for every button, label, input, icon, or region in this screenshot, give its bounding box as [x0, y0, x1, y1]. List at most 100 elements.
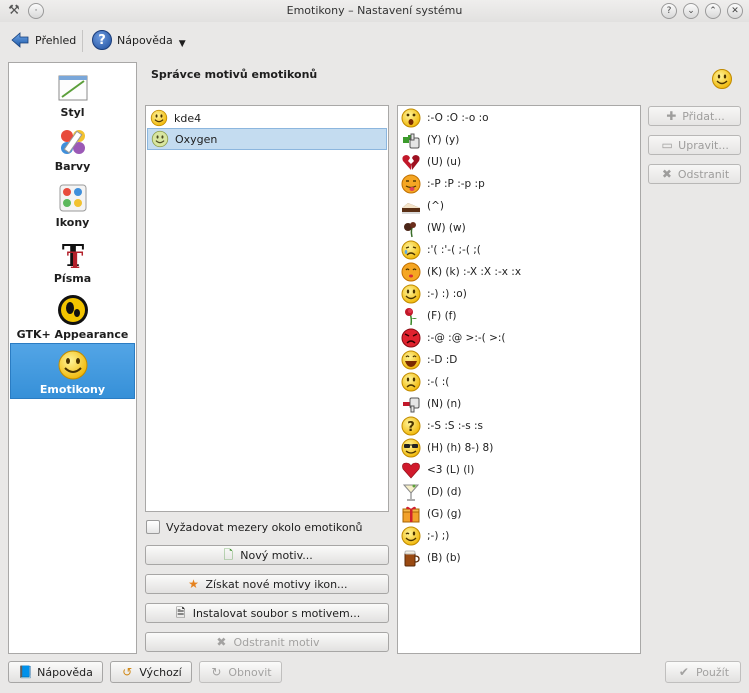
help-book-icon: 📘 — [18, 665, 34, 679]
require-spaces-label: Vyžadovat mezery okolo emotikonů — [166, 520, 363, 534]
emoticon-row[interactable]: (B) (b) — [400, 547, 461, 569]
overview-label: Přehled — [35, 33, 77, 47]
emoticon-list[interactable]: :-O :O :-o :o (Y) (y) (U) (u) :-P :P :-p… — [397, 105, 641, 654]
heart-icon — [402, 462, 420, 479]
edit-emoticon-button[interactable]: ▭ Upravit... — [648, 135, 741, 155]
emoticon-row[interactable]: :-) :) :o) — [400, 283, 467, 305]
emoticon-row[interactable]: (K) (k) :-X :X :-x :x — [400, 261, 521, 283]
emoticons-icon — [58, 350, 87, 380]
emoticon-text: :-( :( — [427, 376, 450, 388]
sidebar-item-emoticons[interactable]: Emotikony — [10, 343, 135, 399]
new-theme-label: Nový motiv... — [240, 548, 313, 562]
sidebar-item-label: Styl — [60, 106, 85, 119]
emoticon-row[interactable]: :-@ :@ >:-( >:( — [400, 327, 506, 349]
emoticon-row[interactable]: :-( :( — [400, 371, 449, 393]
help-button[interactable]: 📘 Nápověda — [8, 661, 103, 683]
help-menu-label: Nápověda — [117, 33, 173, 47]
cool-icon — [401, 438, 421, 458]
get-new-themes-button[interactable]: ★ Získat nové motivy ikon... — [145, 574, 389, 594]
help-window-button[interactable]: ? — [661, 3, 677, 19]
emoticon-text: (Y) (y) — [427, 134, 460, 146]
tongue-icon — [401, 174, 421, 194]
sidebar-item-gtk[interactable]: GTK+ Appearance — [10, 289, 135, 345]
crying-icon — [401, 240, 421, 260]
laugh-icon — [401, 350, 421, 370]
theme-label: kde4 — [174, 111, 202, 125]
emoticon-text: (K) (k) :-X :X :-x :x — [427, 266, 522, 278]
emoticon-row[interactable]: :-D :D — [400, 349, 457, 371]
help-menu-button[interactable]: ? Nápověda ▼ — [88, 27, 190, 53]
emoticon-row[interactable]: (N) (n) — [400, 393, 461, 415]
emoticon-row[interactable]: :'( :'-( ;-( ;( — [400, 239, 481, 261]
emoticon-text: ;-) ;) — [427, 530, 450, 542]
reset-button[interactable]: ↻ Obnovit — [199, 661, 282, 683]
help-icon: ? — [92, 30, 112, 50]
reset-button-label: Obnovit — [228, 665, 272, 679]
svg-text:T: T — [66, 248, 83, 271]
emoticon-row[interactable]: (F) (f) — [400, 305, 456, 327]
close-button[interactable]: ✕ — [727, 3, 743, 19]
emoticon-text: (W) (w) — [427, 222, 466, 234]
new-theme-button[interactable]: 🗋 Nový motiv... — [145, 545, 389, 565]
remove-theme-button[interactable]: ✖ Odstranit motiv — [145, 632, 389, 652]
wilted-rose-icon — [404, 222, 416, 238]
svg-text:?: ? — [407, 420, 415, 435]
remove-label: Odstranit — [677, 167, 730, 181]
angry-icon — [401, 328, 421, 348]
title-bar: ⚒ · Emotikony – Nastavení systému ? ⌄ ⌃ … — [0, 0, 749, 22]
maximize-button[interactable]: ⌃ — [705, 3, 721, 19]
emoticon-row[interactable]: :-P :P :-p :p — [400, 173, 485, 195]
emoticon-row[interactable]: (U) (u) — [400, 151, 461, 173]
theme-list[interactable]: kde4 Oxygen — [145, 105, 389, 512]
require-spaces-checkbox[interactable] — [146, 520, 160, 534]
category-sidebar: Styl Barvy Ikony T T Písma GTK+ Appearan… — [8, 62, 137, 654]
theme-item-kde4[interactable]: kde4 — [147, 107, 387, 129]
overview-button[interactable]: Přehled — [6, 27, 80, 53]
get-new-label: Získat nové motivy ikon... — [205, 577, 348, 591]
sidebar-item-style[interactable]: Styl — [10, 67, 135, 123]
emoticon-row[interactable]: (G) (g) — [400, 503, 462, 525]
smile-icon — [401, 284, 421, 304]
emoticon-row[interactable]: <3 (L) (l) — [400, 459, 474, 481]
apply-button[interactable]: ✔ Použít — [665, 661, 741, 683]
add-emoticon-button[interactable]: ✚ Přidat... — [648, 106, 741, 126]
emoticon-text: (H) (h) 8-) 8) — [427, 442, 494, 454]
window-title: Emotikony – Nastavení systému — [286, 4, 463, 17]
emoticon-row[interactable]: (^) — [400, 195, 444, 217]
emoticon-row[interactable]: ;-) ;) — [400, 525, 449, 547]
thumbs-down-icon — [403, 397, 420, 413]
sidebar-item-label: Barvy — [54, 160, 91, 173]
broken-heart-icon — [402, 155, 420, 170]
toolbar: Přehled ? Nápověda ▼ — [0, 24, 749, 56]
emoticon-row[interactable]: :-O :O :-o :o — [400, 107, 489, 129]
sidebar-item-icons[interactable]: Ikony — [10, 177, 135, 233]
page-title: Správce motivů emotikonů — [151, 68, 318, 81]
help-button-label: Nápověda — [37, 665, 93, 679]
defaults-button[interactable]: ↺ Výchozí — [110, 661, 192, 683]
cocktail-icon — [402, 484, 420, 501]
theme-item-oxygen[interactable]: Oxygen — [147, 128, 387, 150]
defaults-button-label: Výchozí — [139, 665, 182, 679]
emoticon-row[interactable]: (W) (w) — [400, 217, 466, 239]
sidebar-item-colors[interactable]: Barvy — [10, 121, 135, 177]
sidebar-item-fonts[interactable]: T T Písma — [10, 233, 135, 289]
emoticon-text: :-@ :@ >:-( >:( — [427, 332, 506, 344]
minimize-button[interactable]: ⌄ — [683, 3, 699, 19]
remove-icon: ✖ — [661, 167, 672, 181]
emoticon-row[interactable]: ? :-S :S :-s :s — [400, 415, 483, 437]
document-icon: 🗎 — [175, 606, 186, 620]
emoticon-row[interactable]: (D) (d) — [400, 481, 461, 503]
emoticon-text: :-P :P :-p :p — [427, 178, 485, 190]
back-arrow-icon — [11, 32, 29, 48]
fonts-icon: T T — [61, 239, 84, 271]
remove-emoticon-button[interactable]: ✖ Odstranit — [648, 164, 741, 184]
apply-button-label: Použít — [695, 665, 730, 679]
gift-icon — [402, 506, 420, 523]
wink-icon — [401, 526, 421, 546]
emoticon-row[interactable]: (H) (h) 8-) 8) — [400, 437, 493, 459]
surprised-icon — [401, 108, 421, 128]
require-spaces-option[interactable]: Vyžadovat mezery okolo emotikonů — [146, 520, 363, 534]
install-theme-file-button[interactable]: 🗎 Instalovat soubor s motivem... — [145, 603, 389, 623]
emoticon-text: (D) (d) — [427, 486, 462, 498]
emoticon-row[interactable]: (Y) (y) — [400, 129, 459, 151]
